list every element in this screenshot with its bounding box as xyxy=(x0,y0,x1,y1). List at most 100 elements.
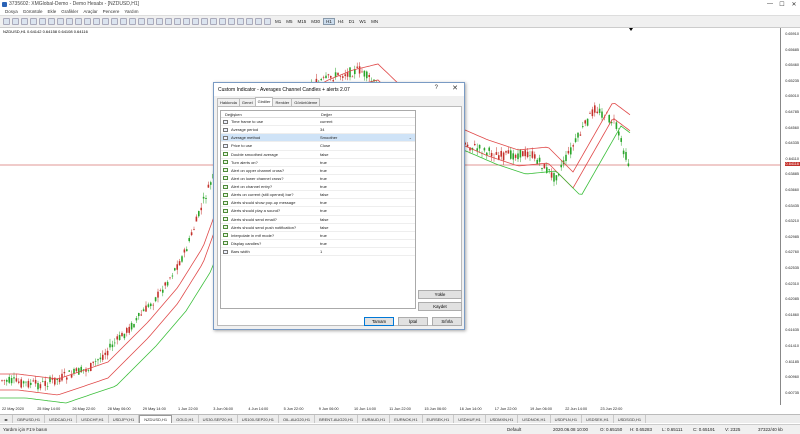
param-value[interactable]: true xyxy=(317,184,327,189)
param-row[interactable]: Average method Smoother ⌄ xyxy=(221,134,415,143)
menu-file[interactable]: Dosya xyxy=(5,9,18,14)
param-value[interactable]: Smoother xyxy=(317,135,337,140)
bar-chart-icon[interactable] xyxy=(84,18,91,25)
market-watch-icon[interactable] xyxy=(21,18,28,25)
menu-window[interactable]: Pencere xyxy=(103,9,120,14)
close-icon[interactable]: ✕ xyxy=(452,84,458,92)
horizontal-line-icon[interactable] xyxy=(210,18,217,25)
chart-tab[interactable]: USDHUF,H1 xyxy=(454,415,486,423)
chart-tab[interactable]: USDPLN,H1 xyxy=(551,415,583,423)
menu-tools[interactable]: Araçlar xyxy=(83,9,97,14)
param-value[interactable]: false xyxy=(317,217,328,222)
menu-view[interactable]: Görüntüle xyxy=(23,9,43,14)
candle-chart-icon[interactable] xyxy=(93,18,100,25)
new-chart-icon[interactable] xyxy=(3,18,10,25)
param-row[interactable]: Double smoothed average false xyxy=(221,151,415,159)
chart-tab[interactable]: USDNOK,H1 xyxy=(518,415,551,423)
param-value[interactable]: true xyxy=(317,168,327,173)
indicators-icon[interactable] xyxy=(156,18,163,25)
chart-tab[interactable]: EURAUD,H1 xyxy=(358,415,391,423)
param-row[interactable]: Alerts on current (still opened) bar? fal… xyxy=(221,191,415,200)
chart-tab[interactable]: USDMXN,H1 xyxy=(486,415,519,423)
param-row[interactable]: Alerts should play a sound? true xyxy=(221,207,415,216)
chart-tab[interactable]: USDJPY,H1 xyxy=(109,415,140,423)
equidistant-channel-icon[interactable] xyxy=(228,18,235,25)
fibonacci-icon[interactable] xyxy=(237,18,244,25)
profiles-icon[interactable] xyxy=(12,18,19,25)
param-value[interactable]: true xyxy=(317,241,327,246)
chart-tab[interactable]: USDSGD,H1 xyxy=(614,415,647,423)
chart-tab[interactable]: NZDUSD,H1 xyxy=(139,415,173,423)
chart-tab[interactable]: EURNOK,H1 xyxy=(390,415,423,423)
trendline-icon[interactable] xyxy=(219,18,226,25)
param-row[interactable]: Turn alerts on? true xyxy=(221,159,415,167)
chart-tab[interactable]: BRENT-AUG20,H1 xyxy=(315,415,359,423)
tile-icon[interactable] xyxy=(129,18,136,25)
autoscroll-icon[interactable] xyxy=(138,18,145,25)
param-row[interactable]: Bars width 1 xyxy=(221,248,415,257)
param-value[interactable]: current xyxy=(317,119,332,124)
terminal-icon[interactable] xyxy=(48,18,55,25)
tester-icon[interactable] xyxy=(57,18,64,25)
param-row[interactable]: Time frame to use current xyxy=(221,118,415,127)
param-row[interactable]: Alert on upper channel cross? true xyxy=(221,167,415,175)
ok-button[interactable]: Tamam xyxy=(364,317,394,326)
param-row[interactable]: Alerts should send push notification? fal… xyxy=(221,224,415,232)
chart-tab[interactable]: US100-SEP20,H1 xyxy=(238,415,279,423)
tab-about[interactable]: Hakkında xyxy=(217,98,240,106)
tab-common[interactable]: Genel xyxy=(238,98,256,106)
param-row[interactable]: Alerts should show pop-up message true xyxy=(221,199,415,208)
timeframe-mn[interactable]: MN xyxy=(369,19,380,24)
periods-icon[interactable] xyxy=(165,18,172,25)
timeframe-w1[interactable]: W1 xyxy=(357,19,368,24)
help-icon[interactable]: ? xyxy=(435,85,438,91)
param-value[interactable]: Close xyxy=(317,143,330,148)
param-value[interactable]: false xyxy=(317,192,328,197)
cancel-button[interactable]: İptal xyxy=(398,317,428,326)
param-row[interactable]: Average period 34 xyxy=(221,126,415,135)
cursor-icon[interactable] xyxy=(183,18,190,25)
tab-colors[interactable]: Renkler xyxy=(272,98,293,106)
param-row[interactable]: Alert on channel entry? true xyxy=(221,183,415,192)
menu-help[interactable]: Yardım xyxy=(124,9,138,14)
price-scale[interactable]: 0.65910 0.65685 0.65460 0.65235 0.65010 0.647… xyxy=(780,28,800,405)
chart-shift-icon[interactable] xyxy=(147,18,154,25)
timeframe-h1[interactable]: H1 xyxy=(323,18,335,25)
reset-button[interactable]: Sıfırla xyxy=(432,317,462,326)
menu-charts[interactable]: Grafikler xyxy=(61,9,78,14)
data-window-icon[interactable] xyxy=(30,18,37,25)
tab-scroll-arrows-icon[interactable]: ◂▸ xyxy=(0,415,14,423)
param-row[interactable]: Alert on lower channel cross? true xyxy=(221,175,415,183)
maximize-button[interactable]: ☐ xyxy=(776,0,788,8)
vertical-line-icon[interactable] xyxy=(201,18,208,25)
timeframe-h4[interactable]: H4 xyxy=(336,19,346,24)
param-value[interactable]: true xyxy=(317,233,327,238)
chart-tab[interactable]: USDCAD,H1 xyxy=(45,415,78,423)
chart-tab[interactable]: US30-SEP20,H1 xyxy=(199,415,238,423)
autotrading-icon[interactable] xyxy=(75,18,82,25)
zoom-out-icon[interactable] xyxy=(120,18,127,25)
param-value[interactable]: true xyxy=(317,208,327,213)
param-value[interactable]: false xyxy=(317,225,328,230)
timeframe-m30[interactable]: M30 xyxy=(309,19,322,24)
param-value[interactable]: true xyxy=(317,160,327,165)
chart-tab[interactable]: USDSEK,H1 xyxy=(582,415,614,423)
chart-tab[interactable]: GOLD,H1 xyxy=(172,415,199,423)
chart-tab[interactable]: OIL-AUG20,H1 xyxy=(279,415,316,423)
param-row[interactable]: Alerts should send email? false xyxy=(221,216,415,224)
timeframe-d1[interactable]: D1 xyxy=(347,19,357,24)
timeframe-m15[interactable]: M15 xyxy=(296,19,309,24)
text-label-icon[interactable] xyxy=(255,18,262,25)
tab-visualization[interactable]: Görüntüleme xyxy=(291,98,321,106)
text-icon[interactable] xyxy=(246,18,253,25)
param-row[interactable]: Price to use Close xyxy=(221,142,415,151)
timeframe-m1[interactable]: M1 xyxy=(273,19,283,24)
navigator-icon[interactable] xyxy=(39,18,46,25)
menu-insert[interactable]: Ekle xyxy=(48,9,57,14)
param-value[interactable]: false xyxy=(317,152,328,157)
chart-tab[interactable]: GBPUSD,H1 xyxy=(13,415,46,423)
zoom-in-icon[interactable] xyxy=(111,18,118,25)
param-row[interactable]: Interpolate in mtf mode? true xyxy=(221,232,415,240)
new-order-icon[interactable] xyxy=(66,18,73,25)
param-value[interactable]: 1 xyxy=(317,249,322,254)
